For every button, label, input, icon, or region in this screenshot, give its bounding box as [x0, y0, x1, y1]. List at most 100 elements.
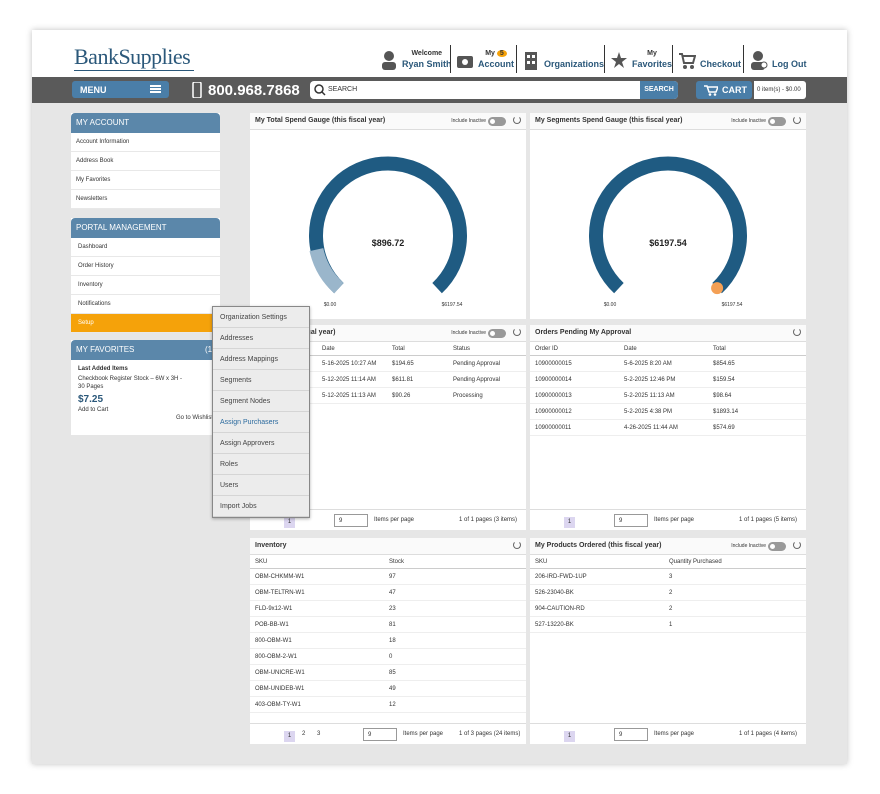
cart-summary[interactable]: 0 item(s) - $0.00	[754, 81, 806, 99]
menu-item-assign-purchasers[interactable]: Assign Purchasers	[213, 412, 309, 433]
menu-item-segments[interactable]: Segments	[213, 370, 309, 391]
my-account-panel: MY ACCOUNT Account Information Address B…	[71, 113, 220, 209]
menu-item-users[interactable]: Users	[213, 475, 309, 496]
account-welcome[interactable]: Welcome Ryan Smith	[380, 46, 452, 70]
refresh-icon[interactable]	[793, 328, 801, 336]
cell-stock: 85	[389, 670, 396, 676]
items-per-page-label: Items per page	[374, 517, 415, 523]
cell-sku: OBM-TELTRN-W1	[255, 590, 305, 596]
include-inactive-toggle[interactable]	[768, 542, 786, 551]
table-row[interactable]: FLD-9x12-W1 23	[250, 601, 526, 617]
page-size-select[interactable]: 9	[614, 514, 648, 527]
phone-icon	[192, 82, 202, 98]
checkout-link[interactable]: Checkout	[678, 46, 741, 70]
col-date[interactable]: Date	[322, 346, 335, 352]
gauge-max: $6197.54	[442, 302, 463, 308]
table-row[interactable]: 206-IRD-FWD-1UP 3	[530, 569, 806, 585]
table-row[interactable]: OBM-CHKMM-W1 97	[250, 569, 526, 585]
col-order-id[interactable]: Order ID	[535, 346, 558, 352]
cell-quantity: 2	[669, 606, 673, 612]
page-size-select[interactable]: 9	[363, 728, 397, 741]
page-1[interactable]: 1	[564, 731, 575, 742]
table-row[interactable]: 10900000014 5-2-2025 12:46 PM $159.54	[530, 372, 806, 388]
user-name: Ryan Smith	[402, 59, 452, 69]
menu-button[interactable]: MENU	[72, 81, 169, 98]
refresh-icon[interactable]	[793, 541, 801, 549]
page-1[interactable]: 1	[284, 731, 295, 742]
cell-date: 5-2-2025 12:46 PM	[624, 377, 676, 383]
table-row[interactable]: 527-13220-BK 1	[530, 617, 806, 633]
col-quantity[interactable]: Quantity Purchased	[669, 559, 722, 565]
cell-sku: 904-CAUTION-RD	[535, 606, 585, 612]
cell-date: 5-2-2025 11:13 AM	[624, 393, 675, 399]
menu-item-assign-approvers[interactable]: Assign Approvers	[213, 433, 309, 454]
logo[interactable]: BankSupplies	[74, 44, 191, 70]
table-row[interactable]: OBM-TELTRN-W1 47	[250, 585, 526, 601]
table-row[interactable]: 904-CAUTION-RD 2	[530, 601, 806, 617]
cart-button[interactable]: CART	[696, 81, 752, 99]
col-total[interactable]: Total	[713, 346, 726, 352]
col-status[interactable]: Status	[453, 346, 470, 352]
page-size-select[interactable]: 9	[614, 728, 648, 741]
table-row[interactable]: POB-BB-W1 81	[250, 617, 526, 633]
sidebar-item-setup[interactable]: Setup	[71, 314, 220, 333]
sidebar-item-my-favorites[interactable]: My Favorites	[71, 171, 220, 190]
page-3[interactable]: 3	[317, 731, 320, 737]
sidebar-item-address-book[interactable]: Address Book	[71, 152, 220, 171]
page-size-select[interactable]: 9	[334, 514, 368, 527]
sidebar-item-inventory[interactable]: Inventory	[71, 276, 220, 295]
menu-item-organization-settings[interactable]: Organization Settings	[213, 307, 309, 328]
page-1[interactable]: 1	[564, 517, 575, 528]
include-inactive-toggle[interactable]	[488, 329, 506, 338]
cell-sku: 206-IRD-FWD-1UP	[535, 574, 587, 580]
refresh-icon[interactable]	[513, 328, 521, 336]
col-sku[interactable]: SKU	[535, 559, 547, 565]
favorite-product-name[interactable]: Checkbook Register Stock – 6W x 3H - 30 …	[71, 374, 196, 392]
table-row[interactable]: 10900000012 5-2-2025 4:38 PM $1893.14	[530, 404, 806, 420]
table-row[interactable]: OBM-UNICRE-W1 85	[250, 665, 526, 681]
gauge-min: $0.00	[604, 302, 617, 308]
col-date[interactable]: Date	[624, 346, 637, 352]
go-to-wishlist-link[interactable]: Go to Wishlist	[71, 413, 220, 423]
col-sku[interactable]: SKU	[255, 559, 267, 565]
logout-link[interactable]: Log Out	[750, 46, 807, 70]
table-row[interactable]: 800-OBM-W1 18	[250, 633, 526, 649]
include-inactive-toggle[interactable]	[488, 117, 506, 126]
include-inactive-toggle[interactable]	[768, 117, 786, 126]
col-stock[interactable]: Stock	[389, 559, 404, 565]
table-row[interactable]: 403-OBM-TY-W1 12	[250, 697, 526, 713]
my-account-link[interactable]: My 5 Account	[456, 46, 514, 70]
menu-item-addresses[interactable]: Addresses	[213, 328, 309, 349]
menu-item-roles[interactable]: Roles	[213, 454, 309, 475]
organizations-link[interactable]: Organizations	[522, 46, 604, 70]
refresh-icon[interactable]	[793, 116, 801, 124]
building-icon	[525, 52, 537, 70]
table-row[interactable]: 10900000011 4-26-2025 11:44 AM $574.69	[530, 420, 806, 436]
cell-order-id: 10900000012	[535, 409, 572, 415]
menu-item-import-jobs[interactable]: Import Jobs	[213, 496, 309, 517]
table-row[interactable]: 10900000013 5-2-2025 11:13 AM $98.64	[530, 388, 806, 404]
menu-item-segment-nodes[interactable]: Segment Nodes	[213, 391, 309, 412]
pager-info: 1 of 1 pages (4 items)	[739, 731, 798, 737]
search-input[interactable]: SEARCH	[328, 86, 357, 93]
sidebar-item-notifications[interactable]: Notifications	[71, 295, 220, 314]
widget-header: My Segments Spend Gauge (this fiscal yea…	[530, 113, 806, 130]
sidebar-item-dashboard[interactable]: Dashboard	[71, 238, 220, 257]
page-1[interactable]: 1	[284, 517, 295, 528]
menu-item-address-mappings[interactable]: Address Mappings	[213, 349, 309, 370]
table-row[interactable]: 526-23040-BK 2	[530, 585, 806, 601]
widget-title: Inventory	[255, 542, 287, 549]
sidebar-item-account-information[interactable]: Account Information	[71, 133, 220, 152]
refresh-icon[interactable]	[513, 116, 521, 124]
col-total[interactable]: Total	[392, 346, 405, 352]
page-2[interactable]: 2	[302, 731, 305, 737]
table-row[interactable]: OBM-UNIDEB-W1 49	[250, 681, 526, 697]
refresh-icon[interactable]	[513, 541, 521, 549]
cart-icon	[679, 53, 696, 69]
table-row[interactable]: 10900000015 5-6-2025 8:20 AM $854.65	[530, 356, 806, 372]
search-button[interactable]: SEARCH	[640, 81, 678, 99]
my-favorites-link[interactable]: My Favorites	[610, 46, 672, 70]
sidebar-item-order-history[interactable]: Order History	[71, 257, 220, 276]
sidebar-item-newsletters[interactable]: Newsletters	[71, 190, 220, 209]
table-row[interactable]: 800-OBM-2-W1 0	[250, 649, 526, 665]
